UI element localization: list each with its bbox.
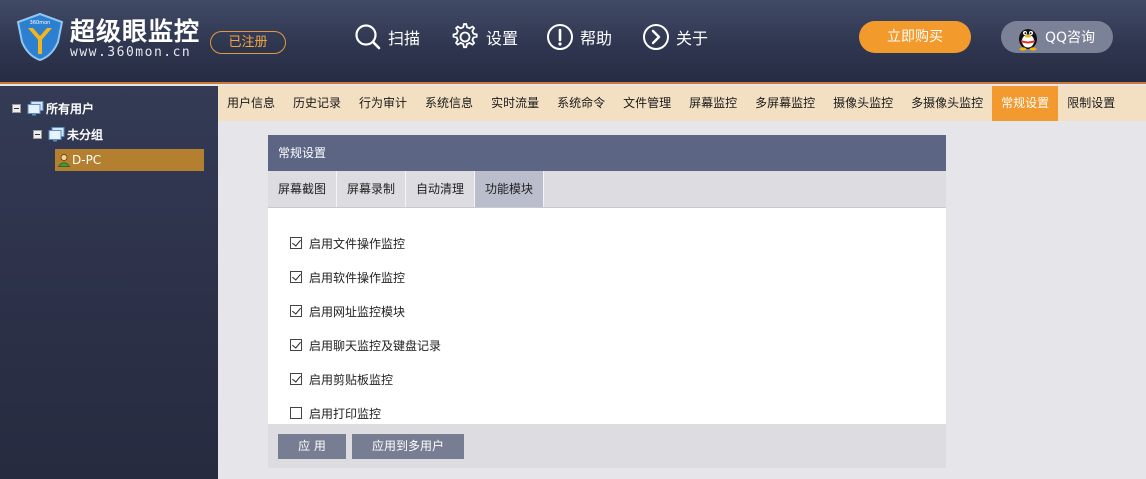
apply-button[interactable]: 应 用 <box>278 433 346 459</box>
apply-multi-users-button[interactable]: 应用到多用户 <box>352 433 464 459</box>
function-tabbar: 用户信息 历史记录 行为审计 系统信息 实时流量 系统命令 文件管理 屏幕监控 多屏幕监控 摄像头… <box>218 86 1146 121</box>
tab-item[interactable]: 用户信息 <box>218 86 284 121</box>
option-checkbox[interactable] <box>290 237 302 249</box>
collapse-toggle-icon[interactable] <box>33 129 42 139</box>
option-label: 启用网址监控模块 <box>309 304 406 319</box>
search-icon <box>355 24 381 50</box>
tree-item-pc[interactable]: D-PC <box>55 149 204 171</box>
registered-button[interactable]: 已注册 <box>210 31 286 54</box>
user-icon <box>57 154 71 167</box>
option-label: 启用聊天监控及键盘记录 <box>309 338 442 353</box>
tab-item[interactable]: 多摄像头监控 <box>902 86 992 121</box>
tree-group-label: 未分组 <box>67 127 104 142</box>
tree-group-ungrouped[interactable]: 未分组 <box>33 125 103 143</box>
option-row[interactable]: 启用文件操作监控 <box>268 226 946 260</box>
computer-icon <box>48 126 65 141</box>
tab-item[interactable]: 文件管理 <box>614 86 680 121</box>
panel-title: 常规设置 <box>268 135 946 171</box>
tab-item[interactable]: 系统信息 <box>416 86 482 121</box>
tree-pc-label: D-PC <box>72 153 102 167</box>
nav-about-label: 关于 <box>676 29 709 48</box>
subtab-item[interactable]: 屏幕录制 <box>337 171 407 207</box>
option-label: 启用剪贴板监控 <box>309 372 394 387</box>
chevron-right-icon <box>643 24 669 50</box>
user-tree-sidebar: 所有用户 未分组 D-PC <box>0 86 218 479</box>
subtab-item[interactable]: 功能模块 <box>475 171 545 207</box>
qq-consult-button[interactable]: QQ咨询 <box>1001 21 1113 53</box>
nav-scan-label: 扫描 <box>388 29 421 48</box>
brand-title: 超级眼监控 <box>70 17 201 46</box>
panel-footer: 应 用 应用到多用户 <box>268 424 946 468</box>
option-label: 启用打印监控 <box>309 406 382 421</box>
brand-url: www.360mon.cn <box>70 45 192 60</box>
tab-item[interactable]: 屏幕监控 <box>680 86 746 121</box>
option-checkbox[interactable] <box>290 407 302 419</box>
settings-panel: 常规设置 屏幕截图 屏幕录制 自动清理 功能模块 启用文件操作监控 启用软件操作监控 启用… <box>268 135 946 468</box>
tree-root-label: 所有用户 <box>46 101 95 116</box>
tab-item[interactable]: 系统命令 <box>548 86 614 121</box>
nav-settings[interactable]: 设置 <box>450 22 518 52</box>
collapse-toggle-icon[interactable] <box>12 103 21 113</box>
exclamation-icon <box>547 24 573 50</box>
option-row[interactable]: 启用软件操作监控 <box>268 260 946 294</box>
nav-about[interactable]: 关于 <box>642 22 708 52</box>
option-label: 启用文件操作监控 <box>309 236 406 251</box>
options-list: 启用文件操作监控 启用软件操作监控 启用网址监控模块启用聊天监控及键盘记录 启用剪贴板… <box>268 208 946 430</box>
nav-help[interactable]: 帮助 <box>546 22 612 52</box>
option-checkbox[interactable] <box>290 373 302 385</box>
tab-item[interactable]: 历史记录 <box>284 86 350 121</box>
subtab-item[interactable]: 自动清理 <box>406 171 476 207</box>
qq-penguin-icon <box>1019 29 1037 51</box>
nav-scan[interactable]: 扫描 <box>354 22 420 52</box>
svg-text:360mon: 360mon <box>30 20 51 26</box>
tab-item[interactable]: 实时流量 <box>482 86 548 121</box>
option-row[interactable]: 启用网址监控模块 <box>268 294 946 328</box>
option-row[interactable]: 启用聊天监控及键盘记录 <box>268 328 946 362</box>
gear-icon <box>452 23 478 49</box>
tab-item[interactable]: 行为审计 <box>350 86 416 121</box>
computer-icon <box>27 100 44 115</box>
nav-help-label: 帮助 <box>580 29 613 48</box>
settings-subtabs: 屏幕截图 屏幕录制 自动清理 功能模块 <box>268 171 946 208</box>
nav-settings-label: 设置 <box>486 29 519 48</box>
option-checkbox[interactable] <box>290 305 302 317</box>
subtab-item[interactable]: 屏幕截图 <box>268 171 338 207</box>
option-checkbox[interactable] <box>290 271 302 283</box>
buy-now-button[interactable]: 立即购买 <box>859 21 971 53</box>
option-checkbox[interactable] <box>290 339 302 351</box>
tab-item[interactable]: 多屏幕监控 <box>746 86 824 121</box>
tab-item[interactable]: 摄像头监控 <box>824 86 902 121</box>
option-row[interactable]: 启用剪贴板监控 <box>268 362 946 396</box>
tab-item[interactable]: 限制设置 <box>1058 86 1124 121</box>
qq-consult-label: QQ咨询 <box>1045 30 1096 46</box>
main-content: 常规设置 屏幕截图 屏幕录制 自动清理 功能模块 启用文件操作监控 启用软件操作监控 启用… <box>218 121 1146 479</box>
app-header: 360mon 超级眼监控 www.360mon.cn 已注册 扫描 设置 帮助 … <box>0 0 1146 84</box>
tree-root-all-users[interactable]: 所有用户 <box>12 99 94 117</box>
option-label: 启用软件操作监控 <box>309 270 406 285</box>
shield-logo-icon: 360mon <box>16 12 64 62</box>
tab-item[interactable]: 常规设置 <box>992 86 1059 121</box>
